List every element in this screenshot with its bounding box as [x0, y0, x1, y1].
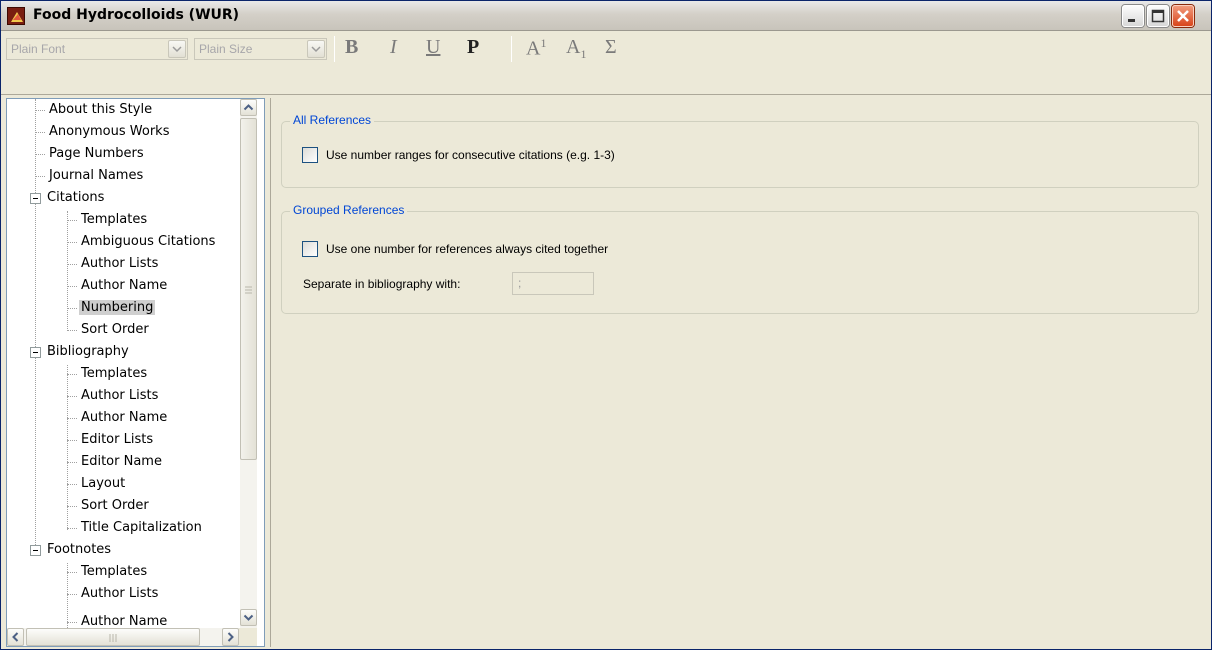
chevron-down-icon[interactable] — [307, 40, 325, 58]
chevron-up-icon — [243, 104, 254, 111]
toolbar-separator — [334, 36, 335, 62]
collapse-citations-icon[interactable] — [30, 193, 41, 204]
superscript-button[interactable]: A1 — [526, 36, 546, 61]
tree-item-editor-lists[interactable]: Editor Lists — [67, 429, 155, 451]
tree-item-bibliography-author-lists[interactable]: Author Lists — [67, 385, 160, 407]
app-icon — [7, 7, 25, 25]
scroll-down-button[interactable] — [240, 609, 257, 626]
formatting-toolbar: Plain Font Plain Size B I U P A1 A1 Σ — [1, 31, 1211, 95]
subscript-button[interactable]: A1 — [566, 36, 586, 62]
tree-item-citations-templates[interactable]: Templates — [67, 209, 149, 231]
tree-item-bibliography-templates[interactable]: Templates — [67, 363, 149, 385]
subscript-mark: 1 — [580, 47, 587, 61]
tree-item-title-capitalization[interactable]: Title Capitalization — [67, 517, 204, 539]
bold-button[interactable]: B — [345, 36, 358, 59]
subscript-letter: A — [566, 36, 581, 58]
plain-button[interactable]: P — [467, 36, 479, 59]
one-number-checkbox[interactable] — [302, 241, 318, 257]
tree-item-editor-name[interactable]: Editor Name — [67, 451, 164, 473]
scroll-up-button[interactable] — [240, 99, 257, 116]
symbol-button[interactable]: Σ — [605, 36, 617, 59]
tree-item-bibliography-author-name[interactable]: Author Name — [67, 407, 169, 429]
collapse-footnotes-icon[interactable] — [30, 545, 41, 556]
tree-horizontal-scrollbar[interactable] — [7, 628, 239, 646]
font-dropdown-value: Plain Font — [11, 42, 66, 56]
tree-item-ambiguous-citations[interactable]: Ambiguous Citations — [67, 231, 217, 253]
title-bar[interactable]: Food Hydrocolloids (WUR) — [1, 1, 1211, 31]
font-dropdown[interactable]: Plain Font — [6, 38, 188, 60]
tree-item-citations-sort-order[interactable]: Sort Order — [67, 319, 151, 341]
all-references-group: All References Use number ranges for con… — [281, 113, 1199, 188]
one-number-label[interactable]: Use one number for references always cit… — [326, 242, 608, 256]
chevron-right-icon — [227, 632, 234, 642]
minimize-button[interactable] — [1122, 5, 1144, 27]
grip-icon — [245, 286, 252, 294]
chevron-left-icon — [12, 632, 19, 642]
scroll-left-button[interactable] — [7, 628, 24, 646]
tree-item-footnotes-author-lists[interactable]: Author Lists — [67, 583, 160, 605]
collapse-bibliography-icon[interactable] — [30, 347, 41, 358]
style-tree-pane: About this Style Anonymous Works Page Nu… — [6, 98, 265, 647]
tree-item-layout[interactable]: Layout — [67, 473, 127, 495]
superscript-letter: A — [526, 37, 541, 60]
tree-item-footnotes[interactable]: Footnotes — [43, 539, 113, 561]
tree-item-bibliography-sort-order[interactable]: Sort Order — [67, 495, 151, 517]
tree-item-footnotes-author-name[interactable]: Author Name — [67, 611, 169, 628]
scroll-right-button[interactable] — [222, 628, 239, 646]
tree-item-citations-author-lists[interactable]: Author Lists — [67, 253, 160, 275]
chevron-down-icon[interactable] — [168, 40, 186, 58]
size-dropdown[interactable]: Plain Size — [194, 38, 327, 60]
close-button[interactable] — [1172, 5, 1194, 27]
maximize-icon — [1151, 9, 1165, 23]
scroll-thumb[interactable] — [240, 118, 257, 460]
scrollbar-corner — [239, 628, 257, 646]
separator-label: Separate in bibliography with: — [303, 277, 461, 291]
style-tree[interactable]: About this Style Anonymous Works Page Nu… — [7, 99, 239, 628]
chevron-down-icon — [243, 614, 254, 621]
horizontal-scroll-thumb[interactable] — [26, 628, 200, 646]
close-icon — [1177, 10, 1189, 22]
grouped-references-title: Grouped References — [290, 203, 408, 217]
grip-icon — [109, 634, 117, 642]
separator-input[interactable]: ; — [512, 272, 594, 295]
tree-item-about-this-style[interactable]: About this Style — [35, 99, 154, 121]
minimize-icon — [1128, 19, 1135, 22]
tree-item-citations[interactable]: Citations — [43, 187, 106, 209]
tree-item-bibliography[interactable]: Bibliography — [43, 341, 131, 363]
tree-item-anonymous-works[interactable]: Anonymous Works — [35, 121, 171, 143]
superscript-mark: 1 — [540, 36, 547, 50]
tree-item-page-numbers[interactable]: Page Numbers — [35, 143, 146, 165]
app-window: Food Hydrocolloids (WUR) Plain Font Plai… — [0, 0, 1212, 650]
grouped-references-group: Grouped References Use one number for re… — [281, 203, 1199, 314]
toolbar-separator — [511, 36, 512, 62]
size-dropdown-value: Plain Size — [199, 42, 253, 56]
italic-button[interactable]: I — [390, 36, 397, 59]
number-ranges-label[interactable]: Use number ranges for consecutive citati… — [326, 148, 615, 162]
window-title: Food Hydrocolloids (WUR) — [33, 7, 240, 23]
tree-vertical-scrollbar[interactable] — [240, 99, 257, 628]
number-ranges-checkbox[interactable] — [302, 147, 318, 163]
tree-item-citations-author-name[interactable]: Author Name — [67, 275, 169, 297]
numbering-settings-pane: All References Use number ranges for con… — [270, 98, 1207, 647]
tree-item-footnotes-templates[interactable]: Templates — [67, 561, 149, 583]
tree-item-journal-names[interactable]: Journal Names — [35, 165, 145, 187]
underline-button[interactable]: U — [426, 36, 440, 59]
maximize-button[interactable] — [1147, 5, 1169, 27]
all-references-title: All References — [290, 113, 375, 127]
tree-item-numbering[interactable]: Numbering — [67, 297, 156, 319]
